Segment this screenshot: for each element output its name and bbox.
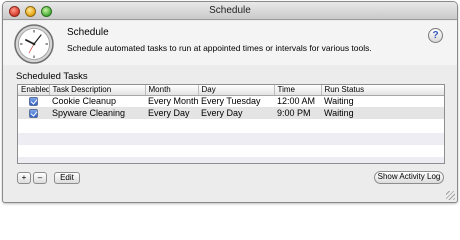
task-day: Every Tuesday <box>198 95 274 107</box>
column-header-month[interactable]: Month <box>145 85 199 96</box>
enabled-checkbox[interactable] <box>29 109 38 119</box>
task-month: Every Month <box>145 95 198 107</box>
table-empty-rows <box>18 121 444 163</box>
enabled-checkbox[interactable] <box>29 97 38 107</box>
table-row[interactable]: Cookie Cleanup Every Month Every Tuesday… <box>18 95 444 107</box>
help-button[interactable]: ? <box>428 28 443 43</box>
task-description: Cookie Cleanup <box>49 95 145 107</box>
edit-task-button[interactable]: Edit <box>54 172 80 184</box>
resize-grip[interactable] <box>446 191 455 200</box>
app-description: Schedule automated tasks to run at appoi… <box>67 43 372 53</box>
column-header-time[interactable]: Time <box>274 85 322 96</box>
scheduled-tasks-label: Scheduled Tasks <box>16 71 88 82</box>
window-title: Schedule <box>209 5 251 16</box>
add-task-button[interactable]: + <box>17 172 31 184</box>
schedule-window: Schedule Schedule Schedule automated tas… <box>2 1 458 203</box>
tasks-table[interactable]: Enabled Task Description Month Day Time … <box>17 84 445 164</box>
title-bar: Schedule <box>3 2 457 20</box>
remove-task-button[interactable]: – <box>33 172 47 184</box>
app-name: Schedule <box>67 27 109 38</box>
clock-icon <box>14 24 54 64</box>
column-header-status[interactable]: Run Status <box>321 85 444 96</box>
task-status: Waiting <box>321 107 444 119</box>
column-header-task[interactable]: Task Description <box>49 85 146 96</box>
task-time: 9:00 PM <box>274 107 321 119</box>
task-month: Every Day <box>145 107 198 119</box>
column-header-day[interactable]: Day <box>198 85 275 96</box>
table-header-row: Enabled Task Description Month Day Time … <box>18 85 444 96</box>
header-panel: Schedule Schedule automated tasks to run… <box>3 21 457 65</box>
column-header-enabled[interactable]: Enabled <box>18 85 50 96</box>
table-row[interactable]: Spyware Cleaning Every Day Every Day 9:0… <box>18 107 444 119</box>
task-day: Every Day <box>198 107 274 119</box>
task-time: 12:00 AM <box>274 95 321 107</box>
task-status: Waiting <box>321 95 444 107</box>
task-description: Spyware Cleaning <box>49 107 145 119</box>
show-activity-log-button[interactable]: Show Activity Log <box>374 171 444 184</box>
